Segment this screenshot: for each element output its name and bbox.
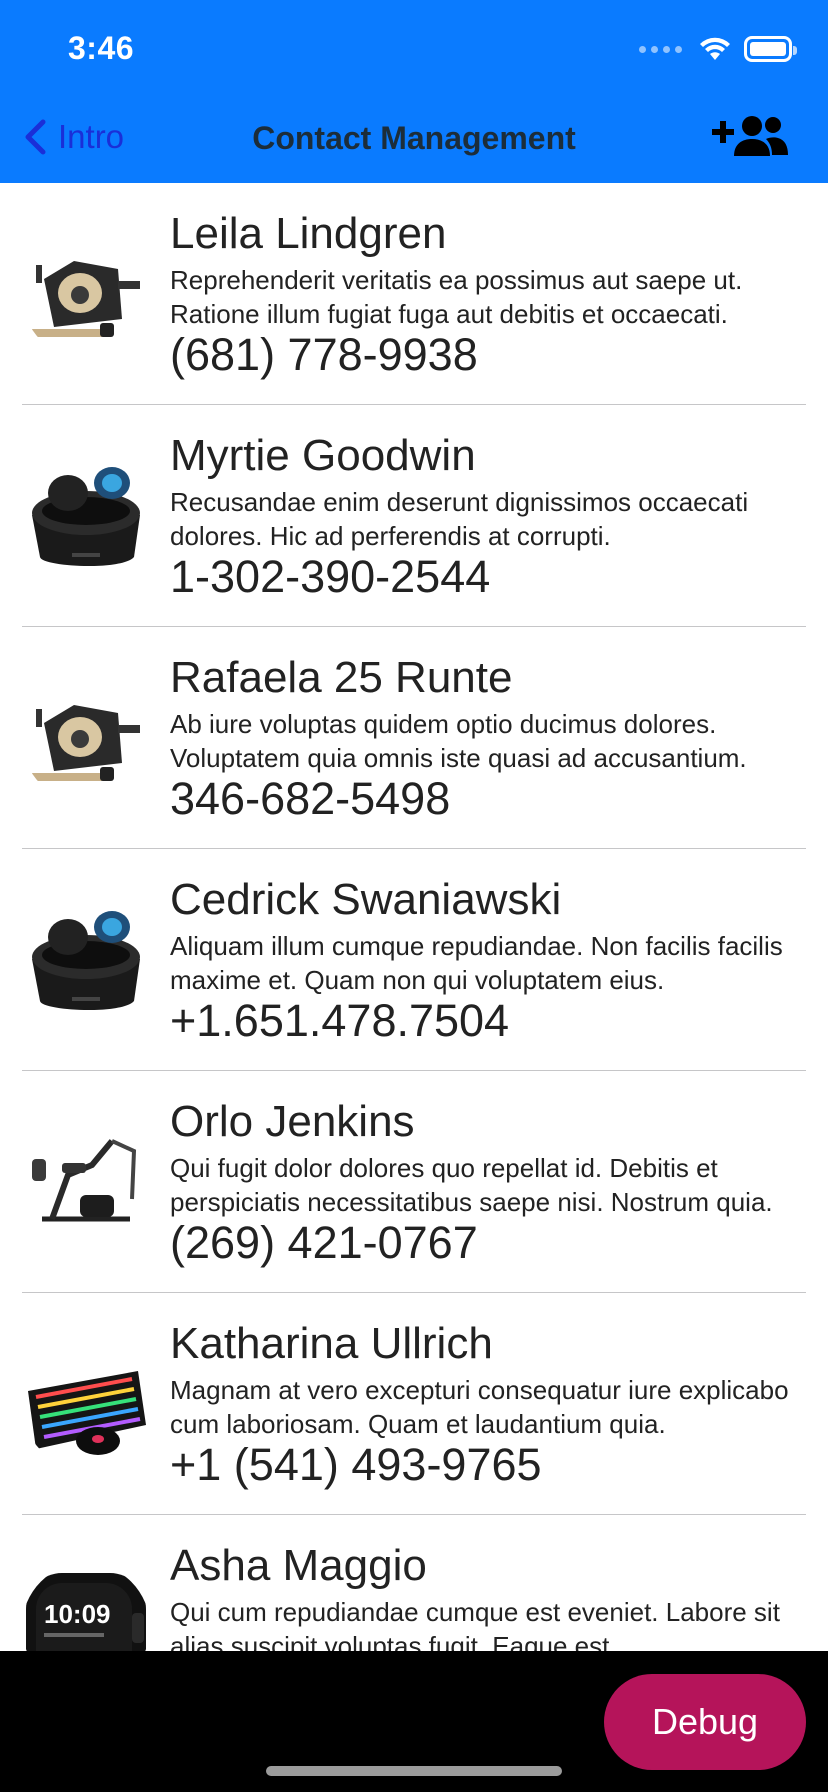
status-icons — [639, 36, 797, 62]
contact-name: Rafaela 25 Runte — [170, 653, 513, 702]
contact-row[interactable]: Cedrick Swaniawski Aliquam illum cumque … — [0, 849, 828, 1071]
rowing-machine-icon — [22, 1119, 150, 1247]
contact-phone: (269) 421-0767 — [170, 1217, 478, 1268]
cellular-signal-icon — [639, 45, 682, 53]
contact-row[interactable]: Rafaela 25 Runte Ab iure voluptas quidem… — [0, 627, 828, 849]
contact-phone: +1 (541) 493-9765 — [170, 1439, 542, 1490]
status-time: 3:46 — [68, 30, 135, 66]
contact-row[interactable]: Katharina Ullrich Magnam at vero exceptu… — [0, 1293, 828, 1515]
contact-description: Recusandae enim deserunt dignissimos occ… — [170, 487, 749, 551]
contact-name: Katharina Ullrich — [170, 1319, 493, 1368]
contact-name: Asha Maggio — [170, 1541, 427, 1590]
contact-phone: 1-302-390-2544 — [170, 551, 491, 602]
battery-icon — [744, 36, 797, 62]
contact-row[interactable]: Leila Lindgren Reprehenderit veritatis e… — [0, 183, 828, 405]
contact-description: Qui fugit dolor dolores quo repellat id.… — [170, 1153, 773, 1217]
home-indicator — [266, 1766, 562, 1776]
wifi-icon — [698, 36, 732, 62]
contact-phone: 346-682-5498 — [170, 773, 451, 824]
add-contact-icon — [712, 116, 788, 156]
exercise-bike-icon — [22, 675, 150, 803]
debug-button[interactable]: Debug — [604, 1674, 806, 1770]
contact-description: Ab iure voluptas quidem optio ducimus do… — [170, 709, 747, 773]
watch-time-text: 10:09 — [44, 1599, 111, 1629]
contact-list: Leila Lindgren Reprehenderit veritatis e… — [0, 183, 828, 1737]
contact-phone: +1.651.478.7504 — [170, 995, 510, 1046]
add-contact-button[interactable] — [710, 112, 790, 167]
exercise-bike-icon — [22, 231, 150, 359]
contact-description: Aliquam illum cumque repudiandae. Non fa… — [170, 931, 783, 995]
screen: 3:46 Intro Contact Management Leila Lind… — [0, 0, 828, 1792]
keyboard-icon — [22, 1341, 150, 1469]
contact-row[interactable]: Myrtie Goodwin Recusandae enim deserunt … — [0, 405, 828, 627]
contact-description: Reprehenderit veritatis ea possimus aut … — [170, 265, 743, 329]
contact-name: Orlo Jenkins — [170, 1097, 415, 1146]
contact-row[interactable]: Orlo Jenkins Qui fugit dolor dolores quo… — [0, 1071, 828, 1293]
contact-name: Myrtie Goodwin — [170, 431, 476, 480]
contact-phone: (681) 778-9938 — [170, 329, 478, 380]
earbuds-icon — [22, 897, 150, 1025]
page-title: Contact Management — [252, 120, 576, 156]
navigation-header: 3:46 Intro Contact Management — [0, 0, 828, 183]
earbuds-icon — [22, 453, 150, 581]
contact-name: Leila Lindgren — [170, 209, 447, 258]
contact-name: Cedrick Swaniawski — [170, 875, 562, 924]
contact-description: Magnam at vero excepturi consequatur iur… — [170, 1375, 789, 1439]
